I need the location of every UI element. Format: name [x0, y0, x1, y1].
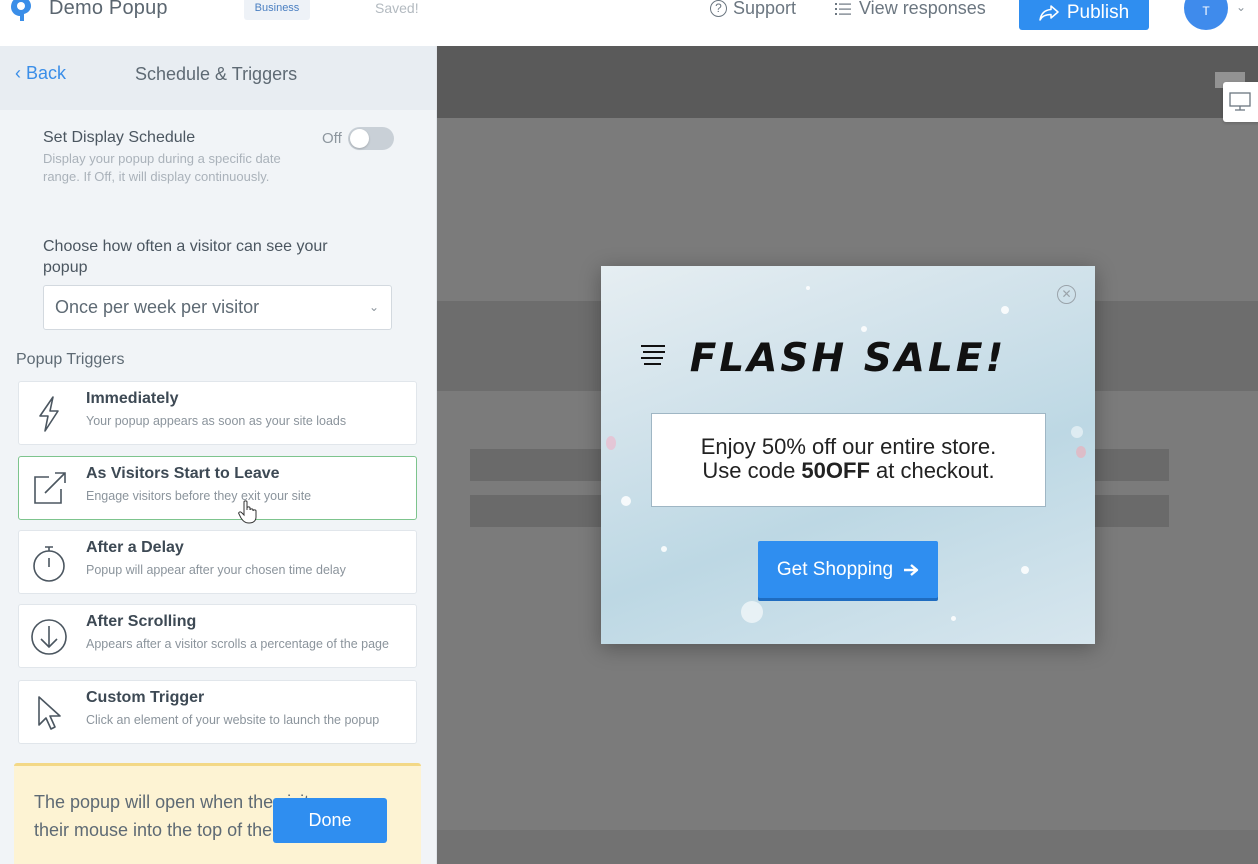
trigger-title: Immediately — [86, 390, 179, 407]
confetti-dot — [861, 326, 867, 332]
trigger-description: Appears after a visitor scrolls a percen… — [86, 637, 389, 651]
back-link[interactable]: ‹ Back — [15, 63, 66, 84]
promo-line-2: Use code 50OFF at checkout. — [652, 459, 1045, 483]
trigger-after-delay[interactable]: After a Delay Popup will appear after yo… — [18, 530, 417, 594]
share-icon — [1039, 5, 1059, 21]
promo-code: 50OFF — [801, 458, 870, 483]
get-shopping-button[interactable]: Get Shopping — [758, 541, 938, 598]
exit-arrow-icon — [34, 472, 66, 504]
promo-line-2-suffix: at checkout. — [869, 458, 995, 483]
sidebar: ‹ Back Schedule & Triggers Set Display S… — [0, 46, 437, 864]
list-icon — [835, 2, 851, 15]
trigger-immediately[interactable]: Immediately Your popup appears as soon a… — [18, 381, 417, 445]
trigger-after-scrolling[interactable]: After Scrolling Appears after a visitor … — [18, 604, 417, 668]
monitor-icon — [1229, 92, 1251, 111]
confetti-dot — [741, 601, 763, 623]
chevron-down-icon: ⌄ — [368, 300, 379, 314]
user-avatar[interactable]: T — [1184, 0, 1228, 30]
publish-button[interactable]: Publish — [1019, 0, 1149, 30]
confetti-dot — [1071, 426, 1083, 438]
pointer-icon — [38, 696, 61, 730]
trigger-description: Popup will appear after your chosen time… — [86, 563, 346, 577]
popup-headline: FLASH SALE! — [689, 336, 1007, 381]
popup-modal: ✕ FLASH SALE! Enjoy 50% off our entire s… — [601, 266, 1095, 644]
support-link[interactable]: ? Support — [710, 0, 796, 19]
trigger-title: After Scrolling — [86, 613, 197, 630]
lightning-icon — [39, 396, 59, 432]
confetti-dot — [1076, 446, 1086, 458]
hand-cursor-icon — [238, 500, 257, 524]
arrow-right-icon — [904, 563, 919, 576]
app-logo-icon[interactable] — [10, 0, 32, 22]
promo-message: Enjoy 50% off our entire store. Use code… — [651, 413, 1046, 507]
confetti-dot — [661, 546, 667, 552]
trigger-exit-intent[interactable]: As Visitors Start to Leave Engage visito… — [18, 456, 417, 520]
sidebar-header: ‹ Back Schedule & Triggers — [0, 46, 436, 110]
triggers-label: Popup Triggers — [16, 351, 125, 368]
trigger-title: As Visitors Start to Leave — [86, 465, 280, 482]
trigger-title: Custom Trigger — [86, 689, 205, 706]
back-label: Back — [26, 63, 67, 83]
view-responses-link[interactable]: View responses — [835, 0, 986, 19]
view-responses-label: View responses — [859, 0, 986, 18]
app-title[interactable]: Demo Popup — [49, 0, 168, 20]
support-label: Support — [733, 0, 797, 18]
scroll-down-icon — [31, 619, 67, 655]
schedule-description: Display your popup during a specific dat… — [43, 151, 281, 184]
schedule-toggle-state: Off — [322, 130, 342, 147]
trigger-description: Click an element of your website to laun… — [86, 713, 380, 727]
frequency-select[interactable]: Once per week per visitor ⌄ — [43, 285, 392, 330]
toggle-knob — [350, 129, 369, 148]
plan-badge: Business — [244, 0, 310, 20]
confetti-dot — [606, 436, 616, 450]
preview-site-footer — [437, 830, 1258, 864]
confetti-dot — [951, 616, 956, 621]
frequency-selected-value: Once per week per visitor — [55, 297, 260, 317]
desktop-view-button[interactable] — [1223, 82, 1258, 122]
schedule-toggle[interactable] — [348, 127, 394, 150]
done-button[interactable]: Done — [273, 798, 387, 843]
chevron-left-icon: ‹ — [15, 63, 21, 83]
save-status: Saved! — [375, 0, 419, 16]
publish-label: Publish — [1066, 2, 1130, 23]
promo-line-1: Enjoy 50% off our entire store. — [700, 434, 997, 459]
preview-site-header — [437, 46, 1258, 118]
close-icon[interactable]: ✕ — [1057, 285, 1076, 304]
chevron-down-icon[interactable]: ⌄ — [1236, 0, 1246, 14]
trigger-description: Your popup appears as soon as your site … — [86, 414, 347, 428]
cta-label: Get Shopping — [776, 558, 894, 580]
confetti-dot — [1001, 306, 1009, 314]
section-title: Schedule & Triggers — [135, 64, 298, 84]
confetti-dot — [806, 286, 810, 290]
promo-line-2-prefix: Use code — [702, 458, 802, 483]
confetti-dot — [621, 496, 631, 506]
top-bar: Demo Popup Business Saved! ? Support Vie… — [0, 0, 1258, 46]
schedule-label: Set Display Schedule — [43, 129, 196, 146]
frequency-label: Choose how often a visitor can see your … — [43, 238, 328, 276]
stopwatch-icon — [33, 546, 65, 582]
help-icon: ? — [710, 0, 727, 17]
trigger-custom[interactable]: Custom Trigger Click an element of your … — [18, 680, 417, 744]
trigger-title: After a Delay — [86, 539, 184, 556]
confetti-dot — [1021, 566, 1029, 574]
